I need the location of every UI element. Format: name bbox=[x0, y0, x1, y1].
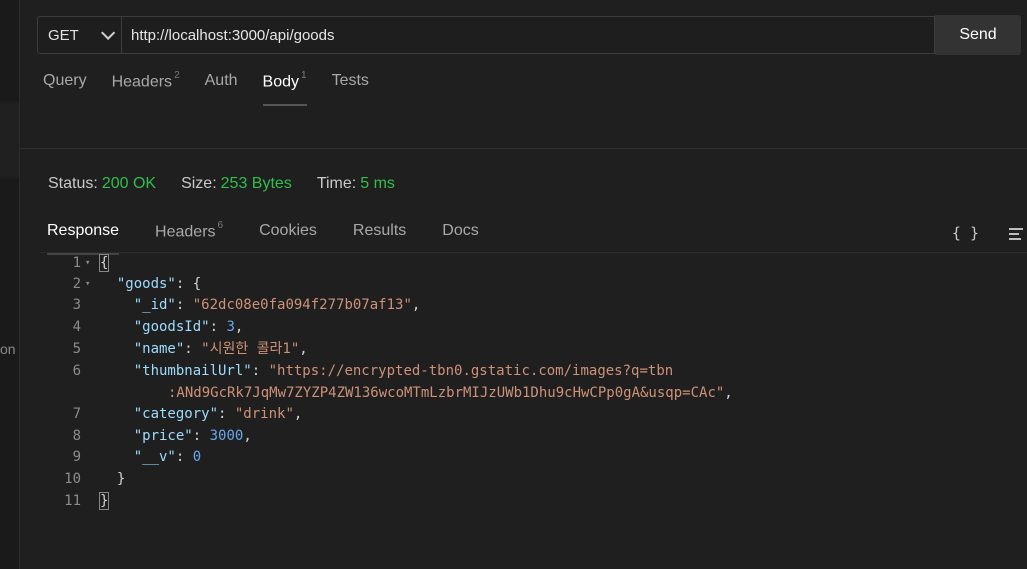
status-value: 200 OK bbox=[101, 175, 157, 192]
code-text: } bbox=[98, 492, 110, 510]
json-key: "price" bbox=[133, 428, 193, 444]
tab-docs[interactable]: Docs bbox=[442, 222, 478, 247]
code-text: { bbox=[98, 254, 110, 272]
tab-response-headers[interactable]: Headers 6 bbox=[155, 220, 224, 247]
code-text: "goods": { bbox=[116, 276, 202, 292]
tab-label: Docs bbox=[442, 222, 479, 239]
code-text: "category": "drink", bbox=[133, 406, 303, 422]
code-text: "name": "시원한 콜라1", bbox=[133, 341, 308, 357]
sidebar-clipped-text: on bbox=[0, 341, 16, 357]
tab-badge: 6 bbox=[217, 220, 224, 231]
code-text: "goodsId": 3, bbox=[133, 319, 244, 335]
line-number: 7 bbox=[72, 406, 81, 422]
code-text: "price": 3000, bbox=[133, 428, 252, 444]
tab-badge: 2 bbox=[174, 70, 180, 81]
time-info: Time: 5 ms bbox=[317, 175, 395, 193]
fold-arrow-icon[interactable]: ▾ bbox=[85, 253, 90, 274]
tab-auth[interactable]: Auth bbox=[205, 72, 238, 102]
response-tabs: Response Headers 6 Cookies Results Docs bbox=[47, 220, 515, 256]
json-key: "goodsId" bbox=[133, 319, 210, 335]
code-text: "_id": "62dc08e0fa094f277b07af13", bbox=[133, 297, 421, 313]
time-label: Time: bbox=[316, 175, 357, 192]
size-value: 253 Bytes bbox=[220, 175, 292, 192]
tab-cookies[interactable]: Cookies bbox=[259, 222, 317, 247]
line-number: 4 bbox=[72, 319, 81, 335]
json-value: 3 bbox=[226, 319, 235, 335]
tab-label: Headers bbox=[155, 223, 216, 241]
line-number: 5 bbox=[72, 341, 81, 357]
line-number: 2 bbox=[72, 276, 81, 292]
method-value: GET bbox=[48, 26, 79, 44]
tab-response[interactable]: Response bbox=[47, 222, 120, 256]
code-text: } bbox=[100, 471, 126, 487]
left-sidebar-edge: on bbox=[0, 0, 20, 569]
size-label: Size: bbox=[181, 175, 217, 192]
code-text: "__v": 0 bbox=[133, 449, 202, 465]
line-number: 6 bbox=[72, 363, 81, 379]
request-panel: GET http://localhost:3000/api/goods Send… bbox=[20, 0, 1027, 569]
json-value: 3000 bbox=[209, 428, 244, 444]
tab-body[interactable]: Body 1 bbox=[262, 70, 307, 106]
tab-label: Headers bbox=[111, 73, 173, 91]
tab-results[interactable]: Results bbox=[353, 222, 406, 247]
tab-label: Query bbox=[43, 72, 87, 89]
json-value-wrapped: :ANd9GcRk7JqMw7ZYZP4ZW136wcoMTmLzbrMIJzU… bbox=[168, 385, 725, 401]
tab-label: Response bbox=[47, 222, 120, 239]
code-text: :ANd9GcRk7JqMw7ZYZP4ZW136wcoMTmLzbrMIJzU… bbox=[168, 385, 733, 401]
menu-icon[interactable] bbox=[1009, 228, 1023, 243]
json-key: "thumbnailUrl" bbox=[133, 363, 252, 379]
fold-arrow-icon[interactable]: ▾ bbox=[85, 274, 90, 295]
tab-label: Tests bbox=[331, 72, 369, 89]
json-key: "name" bbox=[133, 341, 185, 357]
code-text: "thumbnailUrl": "https://encrypted-tbn0.… bbox=[133, 363, 674, 379]
method-select[interactable]: GET bbox=[37, 16, 121, 54]
size-info: Size: 253 Bytes bbox=[181, 175, 292, 193]
line-number: 10 bbox=[64, 471, 81, 487]
url-input[interactable]: http://localhost:3000/api/goods bbox=[121, 16, 935, 54]
line-number: 8 bbox=[72, 428, 81, 444]
json-value: "https://encrypted-tbn0.gstatic.com/imag… bbox=[268, 363, 674, 379]
format-json-icon[interactable]: { } bbox=[952, 224, 979, 242]
json-key: "category" bbox=[133, 406, 219, 422]
request-tabs: Query Headers 2 Auth Body 1 Tests bbox=[43, 70, 394, 106]
tab-label: Cookies bbox=[259, 222, 317, 239]
json-value: 0 bbox=[192, 449, 202, 465]
time-value: 5 ms bbox=[360, 175, 395, 192]
line-number: 1 bbox=[72, 255, 81, 271]
tab-tests[interactable]: Tests bbox=[332, 72, 369, 102]
send-button[interactable]: Send bbox=[935, 15, 1021, 55]
tab-badge: 1 bbox=[301, 70, 307, 81]
json-value: "62dc08e0fa094f277b07af13" bbox=[192, 297, 412, 313]
tab-headers[interactable]: Headers 2 bbox=[111, 70, 180, 102]
json-key: "__v" bbox=[133, 449, 176, 465]
json-key: "_id" bbox=[133, 297, 176, 313]
line-number: 9 bbox=[72, 449, 81, 465]
response-status-bar: Status: 200 OK Size: 253 Bytes Time: 5 ms bbox=[48, 175, 420, 193]
url-bar: GET http://localhost:3000/api/goods Send bbox=[37, 15, 1021, 56]
json-value: "drink" bbox=[234, 406, 294, 422]
tab-query[interactable]: Query bbox=[43, 72, 87, 102]
tab-label: Body bbox=[262, 73, 300, 91]
sidebar-selected-band bbox=[0, 102, 19, 178]
tabs-divider bbox=[40, 252, 1027, 253]
json-value: "시원한 콜라1" bbox=[201, 341, 300, 357]
panel-divider[interactable] bbox=[20, 148, 1027, 149]
line-number: 3 bbox=[72, 297, 81, 313]
tab-label: Auth bbox=[204, 72, 238, 89]
status-info: Status: 200 OK bbox=[48, 175, 156, 193]
status-label: Status: bbox=[48, 175, 98, 192]
line-number: 11 bbox=[64, 493, 81, 509]
json-key: "goods" bbox=[116, 276, 176, 292]
tab-label: Results bbox=[352, 222, 407, 239]
chevron-down-icon bbox=[101, 25, 116, 40]
